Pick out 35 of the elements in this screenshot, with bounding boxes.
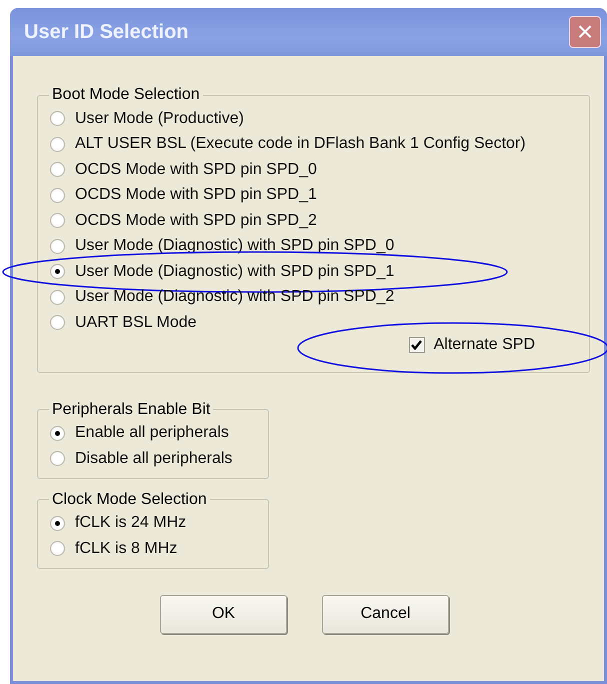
option-label: Disable all peripherals: [75, 450, 232, 468]
radio-button[interactable]: [50, 541, 65, 556]
option-label: OCDS Mode with SPD pin SPD_1: [75, 186, 317, 204]
radio-button[interactable]: [50, 162, 65, 178]
radio-button[interactable]: [50, 264, 65, 280]
option-label: fCLK is 8 MHz: [75, 540, 178, 558]
radio-button[interactable]: [50, 290, 65, 305]
option-label: User Mode (Diagnostic) with SPD pin SPD_2: [75, 288, 394, 306]
option-label: Enable all peripherals: [75, 424, 229, 442]
radio-button[interactable]: [50, 111, 65, 126]
option-label: User Mode (Productive): [75, 110, 244, 128]
option-label: ALT USER BSL (Execute code in DFlash Bank 1 Config Sector): [75, 135, 526, 154]
group-title: Boot Mode Selection: [51, 86, 201, 104]
group-title: Peripherals Enable Bit: [51, 400, 212, 418]
option-label: fCLK is 24 MHz: [75, 514, 186, 532]
option-label: UART BSL Mode: [75, 314, 197, 332]
option-label: User Mode (Diagnostic) with SPD pin SPD_1: [75, 262, 394, 281]
group-title: Clock Mode Selection: [51, 490, 208, 508]
window-title: User ID Selection: [24, 20, 189, 44]
checkbox[interactable]: [408, 336, 425, 352]
radio-button[interactable]: [50, 451, 65, 466]
option-label: OCDS Mode with SPD pin SPD_0: [75, 160, 317, 179]
option-label: OCDS Mode with SPD pin SPD_2: [75, 212, 317, 230]
checkmark-icon: [411, 340, 422, 350]
radio-button[interactable]: [50, 136, 65, 152]
radio-button[interactable]: [50, 315, 65, 330]
option-label: User Mode (Diagnostic) with SPD pin SPD_0: [75, 237, 394, 256]
dialog-button[interactable]: Cancel: [322, 594, 449, 634]
radio-button[interactable]: [50, 238, 65, 254]
radio-button[interactable]: [50, 213, 65, 228]
dialog-button[interactable]: OK: [160, 594, 287, 634]
checkbox-label: Alternate SPD: [434, 336, 535, 354]
radio-button[interactable]: [50, 516, 65, 531]
radio-button[interactable]: [50, 188, 65, 203]
radio-button[interactable]: [50, 426, 65, 441]
